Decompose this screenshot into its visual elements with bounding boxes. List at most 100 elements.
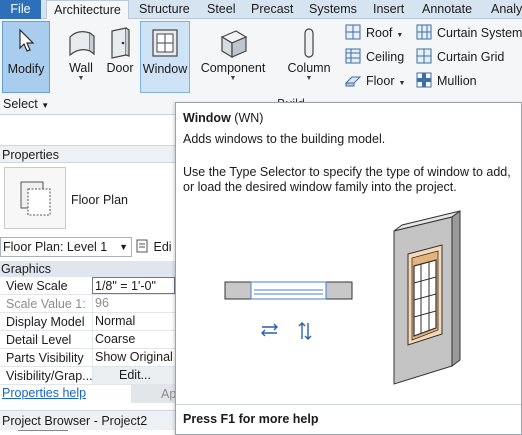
component-button[interactable]: Component ▼ (198, 21, 268, 93)
visibility-edit-button[interactable]: Edit... (92, 367, 175, 384)
chevron-down-icon: ▼ (396, 32, 404, 39)
project-browser-title: Project Browser - Project2 (0, 410, 175, 430)
curtain-grid-button[interactable]: Curtain Grid (416, 47, 504, 67)
property-row-parts-visibility[interactable]: Parts Visibility Show Original (0, 349, 175, 367)
chevron-down-icon: ▼ (77, 75, 85, 82)
mullion-button[interactable]: Mullion (416, 71, 477, 91)
column-button[interactable]: Column ▼ (284, 21, 334, 93)
property-row-visibility-graphics[interactable]: Visibility/Grap... Edit... (0, 367, 175, 385)
tooltip-command-name: Window (183, 111, 231, 125)
tooltip-help-hint: Press F1 for more help (183, 412, 319, 426)
wall-label: Wall (69, 61, 93, 75)
property-row-detail-level[interactable]: Detail Level Coarse (0, 331, 175, 349)
floor-button[interactable]: Floor ▼ (345, 71, 405, 91)
properties-help-link[interactable]: Properties help (2, 386, 86, 400)
wall-icon (69, 31, 95, 57)
ceiling-button[interactable]: Ceiling (345, 47, 404, 67)
tab-insert[interactable]: Insert (373, 0, 404, 19)
tab-systems[interactable]: Systems (309, 0, 357, 19)
wall-button[interactable]: Wall ▼ (56, 21, 106, 93)
window-icon (152, 29, 178, 57)
window-tooltip: Window (WN) Adds windows to the building… (175, 102, 522, 435)
tab-file[interactable]: File (0, 0, 41, 19)
tooltip-description: Adds windows to the building model. (183, 132, 386, 146)
property-value[interactable]: Coarse (92, 331, 175, 348)
floor-icon (345, 76, 361, 87)
door-icon (111, 27, 130, 59)
apply-button[interactable]: Ap (131, 385, 176, 403)
component-label: Component (200, 61, 266, 75)
edit-type-label: Edi (153, 240, 172, 254)
tooltip-body: Use the Type Selector to specify the typ… (183, 165, 511, 194)
edit-type-icon (136, 239, 148, 253)
property-value[interactable]: Normal (92, 313, 175, 330)
property-key: Detail Level (6, 333, 72, 347)
property-value: 96 (92, 295, 175, 312)
chevron-down-icon: ▼ (305, 75, 313, 82)
chevron-down-icon: ▼ (119, 242, 128, 252)
tab-precast[interactable]: Precast (251, 0, 293, 19)
column-icon (304, 28, 314, 58)
floor-label: Floor (366, 74, 395, 88)
roof-icon (345, 24, 361, 40)
type-selector-preview: Floor Plan (0, 163, 175, 235)
tab-analyze[interactable]: Analy (491, 0, 522, 19)
tab-steel[interactable]: Steel (207, 0, 236, 19)
tab-annotate[interactable]: Annotate (422, 0, 472, 19)
roof-button[interactable]: Roof ▼ (345, 23, 403, 43)
view-selector-dropdown[interactable]: Floor Plan: Level 1 ▼ (0, 237, 132, 257)
curtain-grid-label: Curtain Grid (437, 50, 505, 64)
curtain-system-icon (416, 24, 432, 40)
tooltip-title: Window (WN) (183, 111, 263, 125)
tooltip-illustration (176, 206, 521, 396)
window-3d-preview-icon (393, 210, 461, 385)
property-key: Display Model (6, 315, 85, 329)
property-row-view-scale[interactable]: View Scale 1/8" = 1'-0" (0, 277, 175, 295)
properties-title: Properties (0, 145, 175, 163)
component-icon (220, 30, 248, 59)
ceiling-icon (345, 48, 361, 64)
tab-structure[interactable]: Structure (139, 0, 190, 19)
project-browser-tree[interactable] (18, 430, 68, 435)
property-key: Visibility/Grap... (6, 369, 93, 383)
roof-label: Roof (366, 26, 393, 40)
window-label: Window (142, 62, 188, 76)
curtain-grid-icon (416, 48, 432, 64)
graphics-group-header[interactable]: Graphics (0, 261, 175, 277)
chevron-down-icon: ▼ (41, 101, 50, 110)
tooltip-shortcut: (WN) (234, 111, 264, 125)
door-label: Door (106, 61, 134, 75)
flip-vertical-icon (298, 322, 312, 340)
chevron-down-icon: ▼ (229, 75, 237, 82)
select-label: Select (3, 97, 38, 111)
property-row-display-model[interactable]: Display Model Normal (0, 313, 175, 331)
flip-horizontal-icon (261, 323, 278, 337)
window-plan-view-icon (224, 281, 353, 300)
select-dropdown[interactable]: Select ▼ (3, 97, 49, 111)
tab-architecture[interactable]: Architecture (46, 0, 129, 20)
properties-footer: Properties help Ap (0, 385, 176, 403)
ribbon-tab-bar: File Architecture Structure Steel Precas… (0, 0, 522, 20)
edit-type-button[interactable]: Edi (136, 237, 176, 257)
modify-button[interactable]: Modify (2, 21, 50, 93)
window-button[interactable]: Window (140, 21, 190, 93)
tooltip-footer: Press F1 for more help (176, 404, 521, 434)
ribbon-panel: Modify Select ▼ Wall ▼ Door Window Compo… (0, 19, 522, 115)
floor-plan-type-icon (4, 167, 66, 229)
view-selector-value: Floor Plan: Level 1 (3, 240, 108, 254)
mullion-label: Mullion (437, 74, 477, 88)
curtain-system-button[interactable]: Curtain System (416, 23, 522, 43)
door-button[interactable]: Door (102, 21, 138, 93)
chevron-down-icon: ▼ (398, 80, 406, 87)
curtain-system-label: Curtain System (437, 26, 522, 40)
property-key: View Scale (6, 279, 68, 293)
column-label: Column (287, 61, 331, 75)
property-key: Scale Value 1: (6, 297, 86, 311)
cursor-arrow-icon (19, 28, 35, 52)
ceiling-label: Ceiling (366, 50, 405, 64)
property-key: Parts Visibility (6, 351, 84, 365)
view-scale-field[interactable]: 1/8" = 1'-0" (92, 277, 175, 294)
property-row-scale-value: Scale Value 1: 96 (0, 295, 175, 313)
modify-label: Modify (7, 62, 45, 76)
property-value[interactable]: Show Original (92, 349, 175, 366)
